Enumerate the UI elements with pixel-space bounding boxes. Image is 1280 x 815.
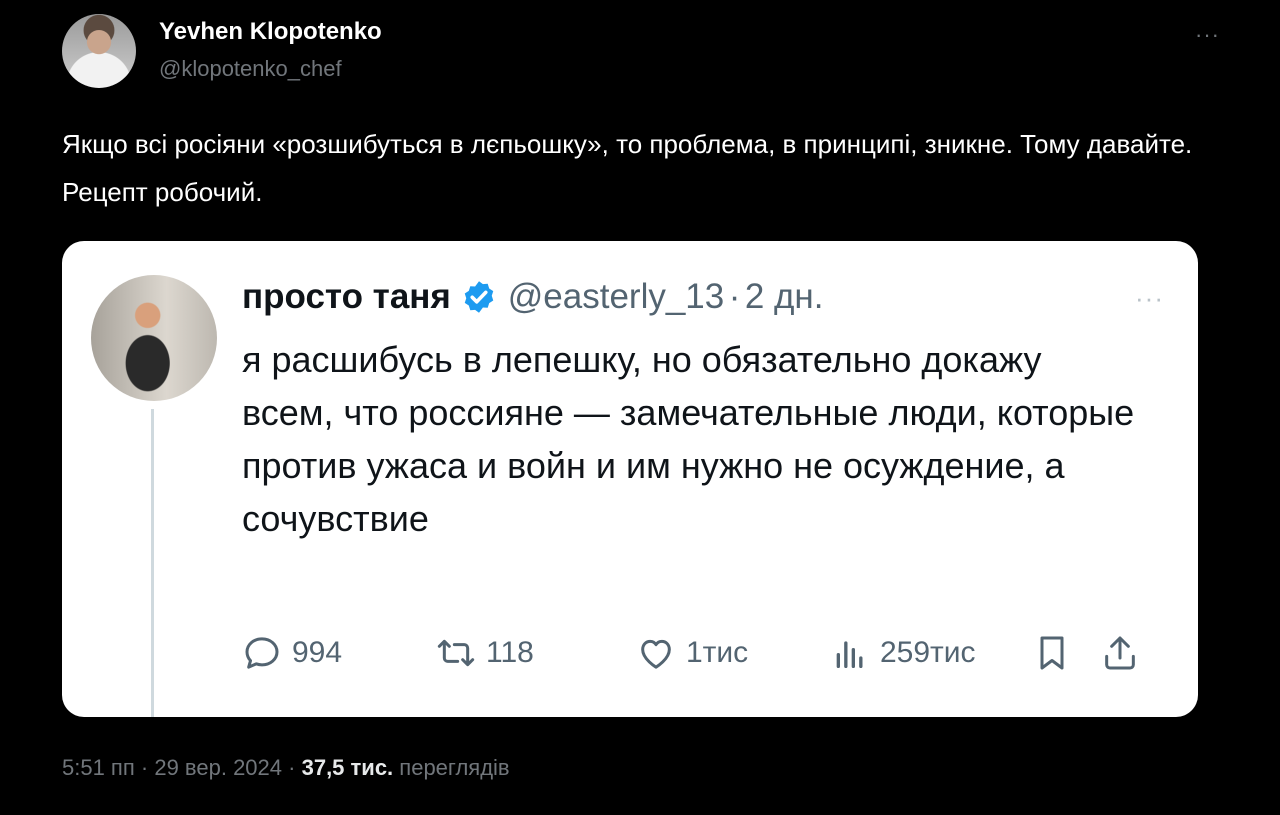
like-icon [641,639,671,669]
right-frame [1240,0,1280,815]
retweet-button[interactable]: 118 [436,629,534,677]
quoted-header: просто таня @easterly_13 · 2 дн. [242,277,823,321]
tweet-text: Якщо всі росіяни «розшибуться в лєпьошку… [62,129,1193,207]
author-handle[interactable]: @klopotenko_chef [159,56,342,82]
post-views-label: переглядів [399,755,510,780]
quoted-timestamp[interactable]: 2 дн. [745,277,824,316]
post-date[interactable]: 29 вер. 2024 [154,755,282,780]
quoted-text: я расшибусь в лепешку, но обязательно до… [242,339,1135,539]
post-time[interactable]: 5:51 пп [62,755,135,780]
quoted-action-bar: 994 118 1тис 259тис [242,629,1172,677]
separator-dot: · [728,277,741,316]
views-button[interactable]: 259тис [830,629,976,677]
avatar[interactable] [62,14,136,88]
retweet-count: 118 [486,636,534,669]
tweet-header: Yevhen Klopotenko @klopotenko_chef ··· [62,14,1220,94]
left-frame [0,0,38,815]
post-views-count: 37,5 тис. [301,755,394,780]
reply-icon [245,637,279,669]
separator-dot: · [288,755,296,780]
reply-button[interactable]: 994 [242,629,342,677]
more-icon[interactable]: ··· [1135,283,1164,314]
quoted-tweet-card[interactable]: просто таня @easterly_13 · 2 дн. ··· я р… [62,241,1198,717]
quoted-avatar[interactable] [91,275,217,401]
views-icon [836,641,863,668]
separator-dot: · [140,755,149,780]
quoted-author-name[interactable]: просто таня [242,277,451,316]
views-count: 259тис [880,636,976,669]
thread-line [151,409,154,717]
share-icon [1105,636,1135,670]
quoted-author-handle[interactable]: @easterly_13 [508,277,724,316]
retweet-icon [437,639,475,667]
more-icon[interactable]: ··· [1195,22,1220,48]
tweet-meta: 5:51 пп · 29 вер. 2024 · 37,5 тис. перег… [62,755,510,781]
share-button[interactable] [1100,629,1150,677]
bookmark-icon [1040,636,1064,670]
like-count: 1тис [686,636,749,669]
bookmark-button[interactable] [1032,629,1082,677]
verified-badge-icon [465,281,494,313]
reply-count: 994 [292,636,343,669]
like-button[interactable]: 1тис [636,629,748,677]
author-name[interactable]: Yevhen Klopotenko [159,18,382,46]
